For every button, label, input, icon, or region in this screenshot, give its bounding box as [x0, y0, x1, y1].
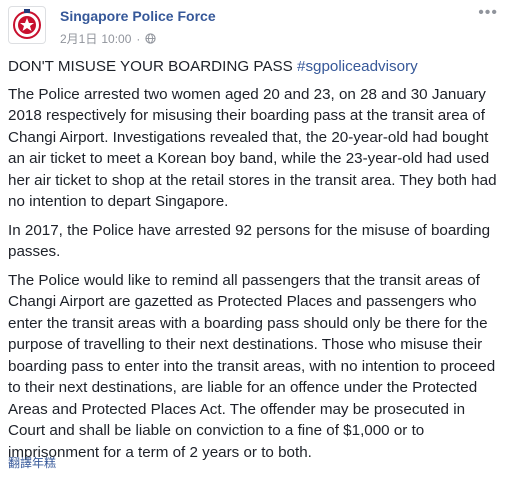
globe-icon[interactable] [145, 33, 157, 44]
post-paragraph: In 2017, the Police have arrested 92 per… [8, 221, 491, 261]
translate-link[interactable]: 翻譯年糕 [8, 454, 56, 471]
hashtag-link[interactable]: #sgpoliceadvisory [297, 58, 418, 75]
police-crest-icon [9, 7, 45, 43]
page-avatar[interactable] [8, 6, 46, 44]
post-date[interactable]: 2月1日 [60, 30, 97, 47]
page-name-link[interactable]: Singapore Police Force [60, 8, 216, 24]
post-time[interactable]: 10:00 [101, 32, 131, 46]
meta-separator: · [136, 31, 141, 46]
post-meta: 2月1日 10:00 · [60, 30, 157, 47]
headline-text: DON'T MISUSE YOUR BOARDING PASS [8, 58, 293, 75]
more-options-icon[interactable]: ••• [478, 4, 498, 22]
post-body: DON'T MISUSE YOUR BOARDING PASS #sgpolic… [8, 56, 504, 470]
post-paragraph: The Police would like to remind all pass… [8, 271, 496, 461]
post-headline: DON'T MISUSE YOUR BOARDING PASS #sgpolic… [8, 56, 504, 78]
post-paragraph: The Police arrested two women aged 20 an… [8, 85, 497, 211]
facebook-post: Singapore Police Force 2月1日 10:00 · ••• … [0, 0, 510, 483]
